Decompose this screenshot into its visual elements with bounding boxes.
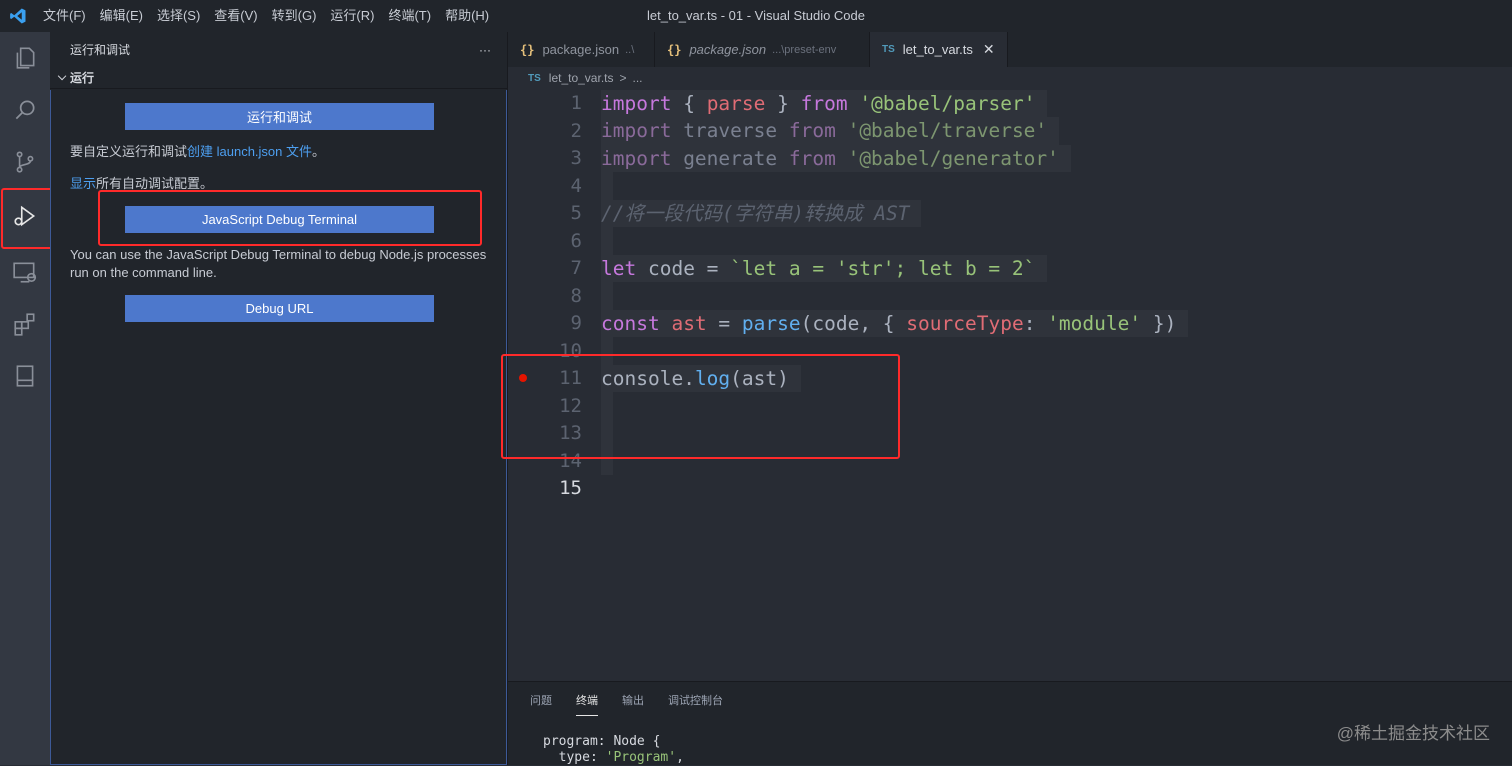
sidebar-header: 运行和调试 ··· xyxy=(50,32,507,67)
terminal-line: type: 'Program', xyxy=(543,750,684,765)
explorer-icon[interactable] xyxy=(0,32,50,84)
code-line: 2 import traverse from '@babel/traverse' xyxy=(508,117,1512,145)
line-number: 3 xyxy=(570,147,582,170)
line-number: 8 xyxy=(570,284,582,307)
run-and-debug-button[interactable]: 运行和调试 xyxy=(125,103,434,130)
bookmark-icon[interactable] xyxy=(0,350,50,402)
line-number: 7 xyxy=(570,257,582,280)
menu-run[interactable]: 运行(R) xyxy=(323,0,381,32)
menu-view[interactable]: 查看(V) xyxy=(207,0,264,32)
customize-text: 要自定义运行和调试创建 launch.json 文件。 xyxy=(70,143,325,161)
highlight-box-js-debug xyxy=(98,190,482,246)
typescript-file-icon: TS xyxy=(882,44,895,55)
code-text: const ast = parse(code, { sourceType: 'm… xyxy=(601,310,1188,338)
menu-go[interactable]: 转到(G) xyxy=(265,0,324,32)
line-number: 1 xyxy=(570,92,582,115)
menu-file[interactable]: 文件(F) xyxy=(36,0,93,32)
code-comment: //将一段代码(字符串)转换成 AST xyxy=(601,200,921,228)
sidebar-title: 运行和调试 xyxy=(70,43,131,57)
chevron-down-icon: ⌵ xyxy=(57,71,67,83)
code-text: let code = `let a = 'str'; let b = 2` xyxy=(601,255,1047,283)
tab-problems[interactable]: 问题 xyxy=(530,684,552,716)
line-number: 15 xyxy=(559,477,582,500)
code-line: 4 xyxy=(508,172,1512,200)
highlight-box-activity xyxy=(1,188,55,249)
code-line: 6 xyxy=(508,227,1512,255)
title-bar: 文件(F) 编辑(E) 选择(S) 查看(V) 转到(G) 运行(R) 终端(T… xyxy=(0,0,1512,32)
breadcrumb: TS let_to_var.ts > ... xyxy=(508,67,1512,89)
tab-package-json-root[interactable]: {} package.json ..\ xyxy=(508,32,655,67)
search-icon[interactable] xyxy=(0,84,50,136)
code-line: 15 xyxy=(508,475,1512,503)
tab-label: package.json xyxy=(542,42,620,57)
menu-selection[interactable]: 选择(S) xyxy=(150,0,207,32)
panel-tabs: 问题 终端 输出 调试控制台 xyxy=(508,682,1512,718)
debug-url-button[interactable]: Debug URL xyxy=(125,295,434,322)
highlight-box-console-log xyxy=(501,354,900,459)
line-number: 5 xyxy=(570,202,582,225)
line-number: 2 xyxy=(570,119,582,142)
menu-edit[interactable]: 编辑(E) xyxy=(93,0,150,32)
code-text: import generate from '@babel/generator' xyxy=(601,145,1071,173)
show-suffix: 所有自动调试配置。 xyxy=(96,176,214,191)
watermark: @稀土掘金技术社区 xyxy=(1336,724,1490,743)
code-line: 1 import { parse } from '@babel/parser' xyxy=(508,90,1512,118)
tab-label: package.json xyxy=(689,42,767,57)
line-number: 4 xyxy=(570,174,582,197)
tab-output[interactable]: 输出 xyxy=(622,684,644,716)
show-link[interactable]: 显示 xyxy=(70,176,96,191)
terminal-output[interactable]: program: Node { type: 'Program', xyxy=(543,734,684,766)
tab-description: ...\preset-env xyxy=(772,43,837,56)
typescript-file-icon: TS xyxy=(528,72,541,84)
create-launch-json-link[interactable]: 创建 launch.json 文件 xyxy=(187,144,312,159)
code-line: 9 const ast = parse(code, { sourceType: … xyxy=(508,310,1512,338)
breadcrumb-rest[interactable]: ... xyxy=(633,71,643,85)
tab-let-to-var-ts[interactable]: TS let_to_var.ts ✕ xyxy=(870,32,1008,67)
json-file-icon: {} xyxy=(520,42,535,57)
tab-label: let_to_var.ts xyxy=(902,42,973,57)
menu-terminal[interactable]: 终端(T) xyxy=(381,0,438,32)
activity-bar xyxy=(0,32,50,765)
tab-package-json-preset-env[interactable]: {} package.json ...\preset-env xyxy=(655,32,870,67)
code-line: 5 //将一段代码(字符串)转换成 AST xyxy=(508,200,1512,228)
menu-help[interactable]: 帮助(H) xyxy=(438,0,496,32)
vscode-logo-icon xyxy=(0,0,36,32)
code-line: 3 import generate from '@babel/generator… xyxy=(508,145,1512,173)
tab-debug-console[interactable]: 调试控制台 xyxy=(668,684,723,716)
run-section-header[interactable]: ⌵ 运行 xyxy=(50,67,507,89)
code-text: import { parse } from '@babel/parser' xyxy=(601,90,1047,118)
code-text: import traverse from '@babel/traverse' xyxy=(601,117,1059,145)
js-debug-description: You can use the JavaScript Debug Termina… xyxy=(70,247,487,280)
extensions-icon[interactable] xyxy=(0,298,50,350)
source-control-icon[interactable] xyxy=(0,136,50,188)
editor-tabs: {} package.json ..\ {} package.json ...\… xyxy=(508,32,1512,67)
line-number: 9 xyxy=(570,312,582,335)
menu-bar: 文件(F) 编辑(E) 选择(S) 查看(V) 转到(G) 运行(R) 终端(T… xyxy=(36,0,496,32)
customize-suffix: 。 xyxy=(312,144,326,159)
section-title: 运行 xyxy=(70,71,95,85)
code-line: 7 let code = `let a = 'str'; let b = 2` xyxy=(508,255,1512,283)
tab-terminal[interactable]: 终端 xyxy=(576,684,598,716)
breadcrumb-separator: > xyxy=(619,71,627,85)
remote-explorer-icon[interactable] xyxy=(0,246,50,298)
more-actions-icon[interactable]: ··· xyxy=(479,43,491,57)
close-icon[interactable]: ✕ xyxy=(983,41,995,58)
line-number: 6 xyxy=(570,229,582,252)
customize-prefix: 要自定义运行和调试 xyxy=(70,144,188,159)
breadcrumb-file[interactable]: let_to_var.ts xyxy=(549,71,614,85)
run-debug-sidebar: 运行和调试 ··· ⌵ 运行 运行和调试 要自定义运行和调试创建 launch.… xyxy=(50,32,508,765)
terminal-line: program: Node { xyxy=(543,734,661,749)
json-file-icon: {} xyxy=(667,42,682,57)
tab-description: ..\ xyxy=(625,43,635,56)
code-line: 8 xyxy=(508,282,1512,310)
